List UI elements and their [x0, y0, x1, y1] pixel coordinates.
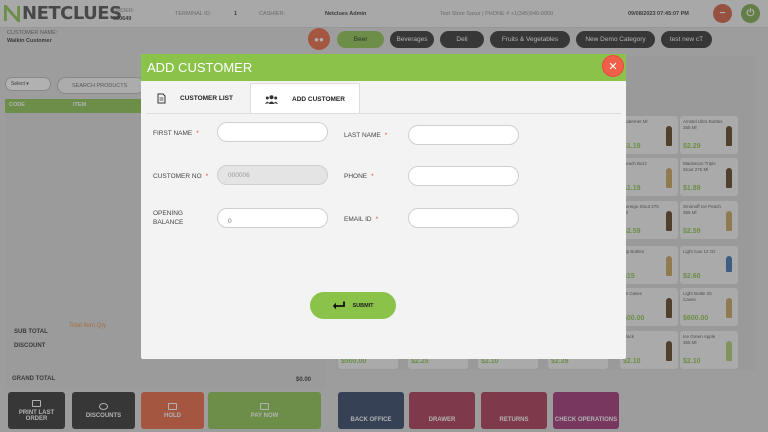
label-line-2: BALANCE: [153, 219, 184, 226]
tab-add-customer[interactable]: ADD CUSTOMER: [250, 83, 360, 114]
modal-header: ADD CUSTOMER: [141, 54, 626, 81]
submit-button[interactable]: SUBMIT: [310, 292, 396, 319]
required-mark: *: [371, 173, 374, 180]
submit-label: SUBMIT: [352, 302, 374, 309]
required-mark: *: [196, 130, 199, 137]
first-name-input[interactable]: [217, 122, 328, 142]
opening-balance-label: OPENING BALANCE: [153, 209, 183, 227]
label-text: FIRST NAME: [153, 130, 193, 137]
tab-customer-list[interactable]: CUSTOMER LIST: [146, 83, 250, 114]
tab-customer-list-label: CUSTOMER LIST: [180, 95, 233, 102]
label-line-1: OPENING: [153, 210, 183, 217]
customer-no-label: CUSTOMER NO *: [153, 172, 208, 181]
modal-title: ADD CUSTOMER: [147, 60, 253, 75]
customer-no-field: 000006: [217, 165, 328, 185]
opening-balance-input[interactable]: [217, 208, 328, 228]
email-label: EMAIL ID *: [344, 215, 378, 224]
label-text: EMAIL ID: [344, 216, 372, 223]
email-input[interactable]: [408, 208, 519, 228]
add-customer-modal: ADD CUSTOMER ✕ CUSTOMER LIST ADD CUSTOME…: [141, 54, 626, 359]
label-text: LAST NAME: [344, 132, 381, 139]
phone-label: PHONE *: [344, 172, 374, 181]
first-name-label: FIRST NAME *: [153, 129, 199, 138]
last-name-input[interactable]: [408, 125, 519, 145]
required-mark: *: [384, 132, 388, 139]
tab-divider: [146, 113, 621, 114]
users-icon: [265, 94, 278, 104]
modal-tabs: CUSTOMER LIST ADD CUSTOMER: [146, 83, 360, 114]
required-mark: *: [375, 216, 379, 223]
document-icon: [157, 93, 166, 104]
close-button[interactable]: ✕: [602, 55, 624, 77]
label-text: PHONE: [344, 173, 368, 180]
customer-no-value: 000006: [228, 172, 250, 179]
close-icon: ✕: [608, 60, 618, 73]
phone-input[interactable]: [408, 166, 519, 186]
label-text: CUSTOMER NO: [153, 173, 202, 180]
last-name-label: LAST NAME *: [344, 131, 387, 140]
enter-icon: [333, 301, 346, 310]
required-mark: *: [205, 173, 209, 180]
tab-add-customer-label: ADD CUSTOMER: [292, 95, 345, 103]
